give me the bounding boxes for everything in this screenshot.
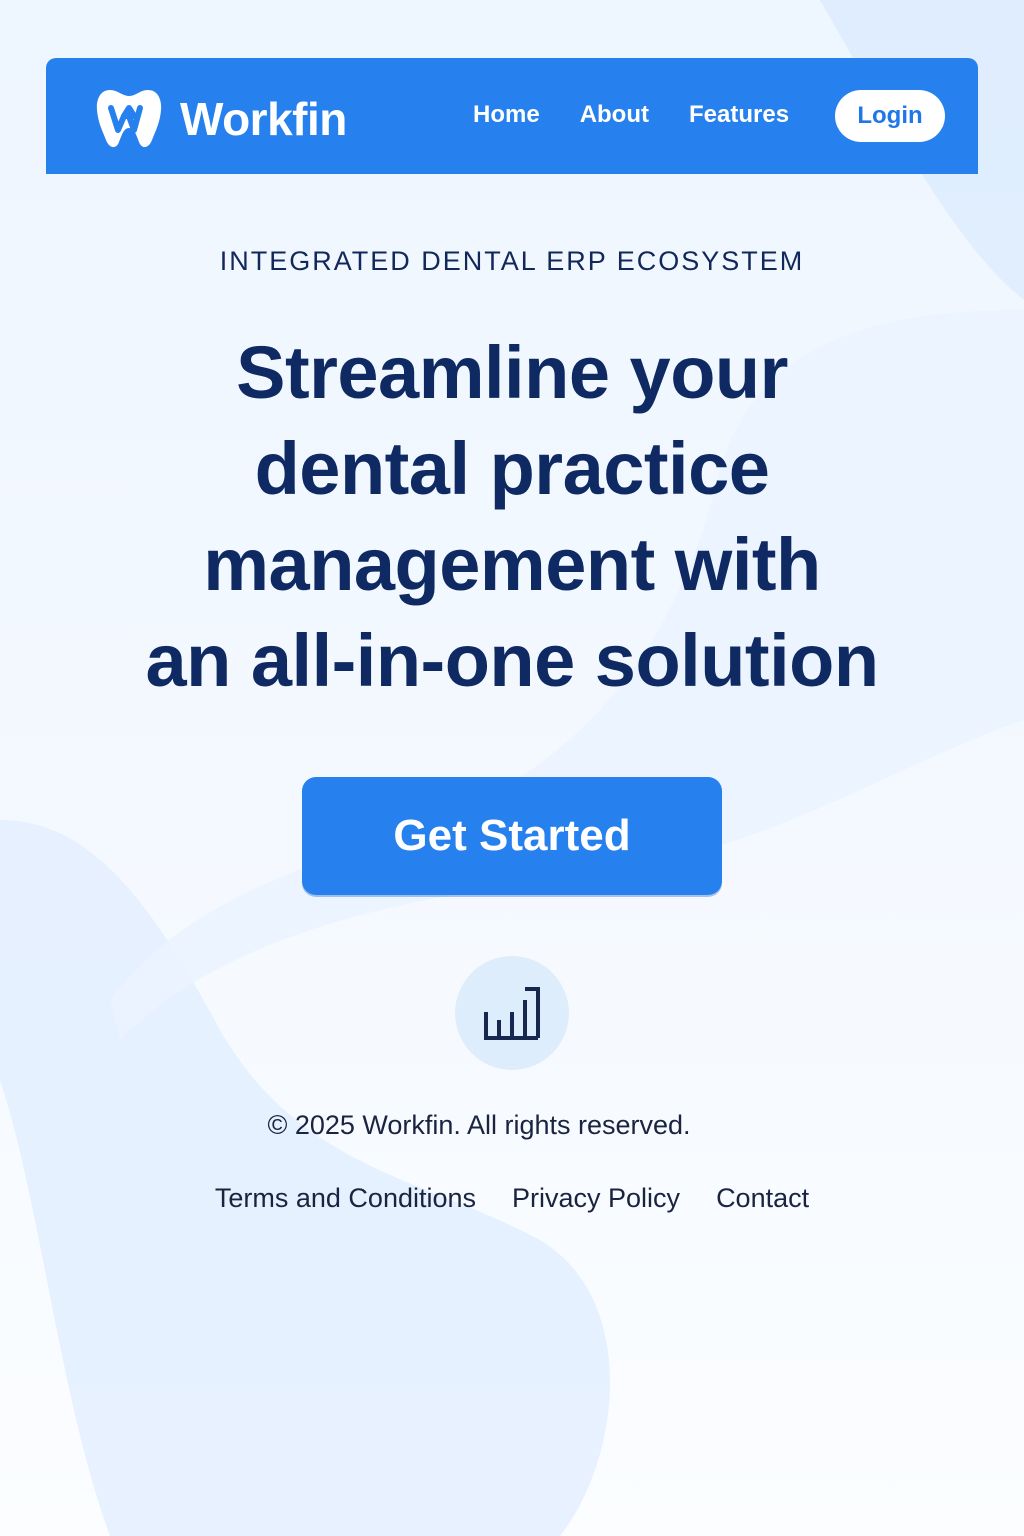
top-navbar: Workfin Home About Features Login [46,58,978,174]
brand-name: Workfin [180,93,347,145]
get-started-button[interactable]: Get Started [302,777,722,895]
copyright-text: © 2025 Workfin. All rights reserved. [267,1110,691,1140]
footer-links: Terms and Conditions Privacy Policy Cont… [0,1183,1024,1214]
nav-about-link[interactable]: About [580,98,649,132]
headline-line-1: Streamline your [236,331,788,414]
nav-home-link[interactable]: Home [473,98,540,132]
tooth-w-logo-icon [96,90,162,148]
contact-link[interactable]: Contact [716,1183,809,1214]
privacy-policy-link[interactable]: Privacy Policy [512,1183,680,1214]
headline-line-4: an all-in-one solution [145,619,879,702]
feature-icon-badge [455,956,569,1070]
bar-chart-icon [484,987,540,1040]
terms-link[interactable]: Terms and Conditions [215,1183,476,1214]
brand[interactable]: Workfin [96,88,347,150]
background-blobs [0,0,1024,1536]
hero-eyebrow: INTEGRATED DENTAL ERP ECOSYSTEM [219,246,805,276]
headline-line-3: management with [203,523,821,606]
nav-features-link[interactable]: Features [689,98,789,132]
hero-headline: Streamline your dental practice manageme… [62,325,962,709]
main-nav: Home About Features [473,98,789,132]
login-button[interactable]: Login [835,90,945,142]
headline-line-2: dental practice [254,427,770,510]
